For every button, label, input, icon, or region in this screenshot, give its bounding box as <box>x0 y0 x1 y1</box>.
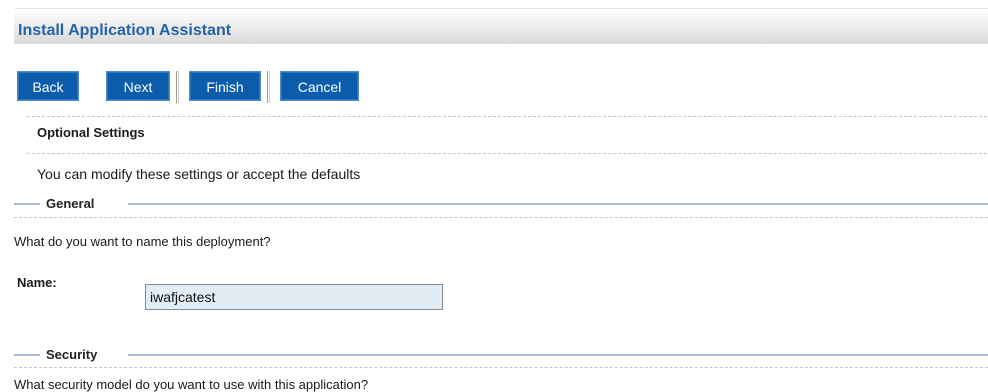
divider <box>14 217 988 218</box>
back-button[interactable]: Back <box>17 71 79 101</box>
general-legend: General <box>46 196 95 211</box>
title-bar: Install Application Assistant <box>14 8 988 44</box>
page-title: Install Application Assistant <box>18 22 232 39</box>
name-label: Name: <box>17 275 57 290</box>
deployment-name-input[interactable] <box>145 284 443 310</box>
toolbar-separator <box>176 71 179 103</box>
divider <box>27 116 987 117</box>
legend-line <box>128 354 988 356</box>
legend-line <box>14 203 40 205</box>
name-prompt: What do you want to name this deployment… <box>14 234 271 249</box>
legend-line <box>14 354 40 356</box>
optional-settings-description: You can modify these settings or accept … <box>37 166 361 182</box>
divider <box>27 153 987 154</box>
divider <box>14 367 988 368</box>
finish-button[interactable]: Finish <box>189 71 261 101</box>
cancel-button[interactable]: Cancel <box>280 71 359 101</box>
install-assistant-panel: Install Application Assistant Back Next … <box>14 8 988 392</box>
toolbar-separator <box>267 71 270 103</box>
security-prompt: What security model do you want to use w… <box>14 377 369 392</box>
security-legend: Security <box>46 347 98 362</box>
next-button[interactable]: Next <box>106 71 170 101</box>
legend-line <box>128 203 988 205</box>
optional-settings-heading: Optional Settings <box>37 125 145 140</box>
